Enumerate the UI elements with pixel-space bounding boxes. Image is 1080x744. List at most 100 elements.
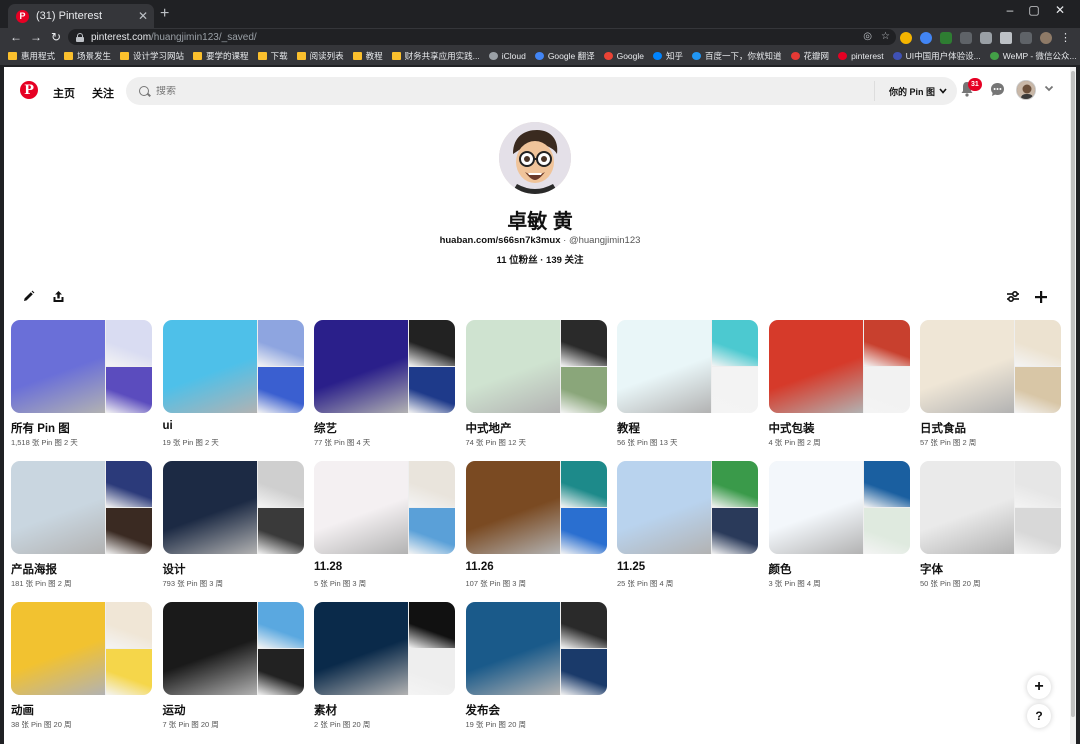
add-floating-button[interactable]: + <box>1027 675 1051 699</box>
minimize-icon[interactable]: – <box>1000 3 1020 17</box>
create-plus-icon[interactable] <box>1034 290 1048 304</box>
board-cover[interactable] <box>162 320 304 413</box>
bookmark-item[interactable]: 财务共享应用实践... <box>391 50 480 62</box>
board-card[interactable]: 综艺 77 张 Pin 图 4 天 <box>314 320 455 448</box>
board-card[interactable]: 日式食品 57 张 Pin 图 2 周 <box>920 320 1061 448</box>
board-name: 日式食品 <box>920 423 966 435</box>
board-card[interactable]: 11.28 5 张 Pin 图 3 周 <box>314 461 455 589</box>
board-cover[interactable] <box>465 602 607 695</box>
extension-icon[interactable] <box>960 31 972 44</box>
board-cover[interactable] <box>768 461 910 554</box>
bookmark-item[interactable]: WeMP - 微信公众... <box>989 50 1077 62</box>
board-card[interactable]: 颜色 3 张 Pin 图 4 周 <box>768 461 910 589</box>
address-bar[interactable]: pinterest.com/huangjimin123/_saved/ ◎ ☆ <box>68 29 896 45</box>
bookmark-item[interactable]: 知乎 <box>653 50 683 62</box>
board-card[interactable]: 所有 Pin 图 1,518 张 Pin 图 2 天 <box>11 320 152 448</box>
new-tab-icon[interactable]: + <box>160 6 169 22</box>
pinterest-logo-icon[interactable]: P <box>20 81 38 99</box>
account-avatar[interactable] <box>1016 80 1036 100</box>
bookmark-label: WeMP - 微信公众... <box>1002 50 1077 61</box>
board-card[interactable]: 11.26 107 张 Pin 图 3 周 <box>465 461 607 589</box>
bookmarks-bar: 惠用程式 场景发生 设计学习网站 要学的课程 下载 阅读列表 教程 财务共享应用实践... iC… <box>0 46 1080 66</box>
bookmark-item[interactable]: 花瓣网 <box>790 50 829 62</box>
bookmark-item[interactable]: 下载 <box>257 50 288 62</box>
search-input[interactable] <box>156 85 856 97</box>
reading-list-icon[interactable] <box>1020 31 1032 44</box>
share-upload-icon[interactable] <box>52 290 65 303</box>
forward-icon[interactable]: → <box>26 30 46 44</box>
profile-stats[interactable]: 11 位粉丝 · 139 关注 <box>4 252 1076 266</box>
board-card[interactable]: 字体 50 张 Pin 图 20 周 <box>920 461 1061 589</box>
bookmark-item[interactable]: 场景发生 <box>64 50 111 62</box>
bookmark-item[interactable]: Google 翻译 <box>534 50 595 62</box>
board-card[interactable]: 中式地产 74 张 Pin 图 12 天 <box>465 320 607 448</box>
extension-icon[interactable] <box>920 31 932 44</box>
nav-following[interactable]: 关注 <box>92 85 114 101</box>
search-bar[interactable]: 你的 Pin 图 <box>126 77 957 105</box>
profile-icon[interactable] <box>1040 31 1052 44</box>
nav-home[interactable]: 主页 <box>53 85 75 101</box>
board-card[interactable]: ui 19 张 Pin 图 2 天 <box>162 320 304 448</box>
board-cover[interactable] <box>617 320 758 413</box>
board-card[interactable]: 教程 56 张 Pin 图 13 天 <box>617 320 758 448</box>
board-cover[interactable] <box>11 320 152 413</box>
scrollbar-thumb[interactable] <box>1071 71 1075 717</box>
board-card[interactable]: 素材 2 张 Pin 图 20 周 <box>314 602 455 730</box>
board-cover[interactable] <box>314 461 455 554</box>
window-close-icon[interactable]: ✕ <box>1050 3 1070 17</box>
bookmark-item[interactable]: UI中国用户体验设... <box>892 50 981 62</box>
bookmark-item[interactable]: 教程 <box>352 50 383 62</box>
bookmark-item[interactable]: 百度一下，你就知道 <box>692 50 782 62</box>
bookmark-item[interactable]: Google <box>603 51 644 61</box>
browser-tab[interactable]: P (31) Pinterest ✕ <box>8 4 154 28</box>
board-cover[interactable] <box>162 461 304 554</box>
board-card[interactable]: 11.25 25 张 Pin 图 4 周 <box>617 461 758 589</box>
board-card[interactable]: 产品海报 181 张 Pin 图 2 周 <box>11 461 152 589</box>
maximize-icon[interactable]: ▢ <box>1024 3 1044 17</box>
board-cover[interactable] <box>465 461 607 554</box>
bookmark-item[interactable]: iCloud <box>488 51 526 61</box>
bookmark-item[interactable]: 惠用程式 <box>8 50 55 62</box>
board-cover[interactable] <box>314 320 455 413</box>
board-card[interactable]: 运动 7 张 Pin 图 20 周 <box>162 602 304 730</box>
account-chevron-down-icon[interactable] <box>1044 85 1054 92</box>
filter-sliders-icon[interactable] <box>1006 290 1020 303</box>
messages-icon[interactable] <box>990 82 1005 97</box>
puzzle-icon[interactable] <box>1000 31 1012 44</box>
menu-icon[interactable]: ⋮ <box>1060 31 1071 44</box>
board-cover-image <box>465 320 560 413</box>
extension-icon[interactable] <box>900 31 912 44</box>
reload-icon[interactable]: ↻ <box>46 30 66 44</box>
board-cover[interactable] <box>920 461 1061 554</box>
board-cover[interactable] <box>314 602 455 695</box>
board-cover[interactable] <box>11 461 152 554</box>
extension-icon[interactable] <box>940 31 952 44</box>
board-cover-image <box>409 320 455 366</box>
board-cover-image <box>863 461 910 507</box>
lens-icon[interactable]: ◎ <box>863 31 872 43</box>
search-scope-dropdown[interactable]: 你的 Pin 图 <box>873 81 957 101</box>
profile-website-link[interactable]: huaban.com/s66sn7k3mux <box>440 235 561 246</box>
bookmark-item[interactable]: 阅读列表 <box>296 50 344 62</box>
bookmark-star-icon[interactable]: ☆ <box>881 31 890 43</box>
board-card[interactable]: 中式包装 4 张 Pin 图 2 周 <box>768 320 910 448</box>
board-cover[interactable] <box>920 320 1061 413</box>
bookmark-item[interactable]: pinterest <box>838 51 884 61</box>
tab-close-icon[interactable]: ✕ <box>138 9 148 23</box>
board-cover[interactable] <box>11 602 152 695</box>
bookmark-item[interactable]: 要学的课程 <box>193 50 249 62</box>
board-cover[interactable] <box>162 602 304 695</box>
bookmark-item[interactable]: 设计学习网站 <box>120 50 184 62</box>
board-card[interactable]: 设计 793 张 Pin 图 3 周 <box>162 461 304 589</box>
board-meta: 77 张 Pin 图 4 天 <box>314 438 371 447</box>
extension-icon[interactable] <box>980 31 992 44</box>
help-floating-button[interactable]: ? <box>1027 704 1051 728</box>
board-cover[interactable] <box>465 320 607 413</box>
board-card[interactable]: 动画 38 张 Pin 图 20 周 <box>11 602 152 730</box>
board-cover[interactable] <box>617 461 758 554</box>
back-icon[interactable]: ← <box>6 30 26 44</box>
board-cover[interactable] <box>768 320 910 413</box>
board-card[interactable]: 发布会 19 张 Pin 图 20 周 <box>465 602 607 730</box>
edit-pencil-icon[interactable] <box>22 290 35 303</box>
notification-badge: 31 <box>968 78 982 91</box>
